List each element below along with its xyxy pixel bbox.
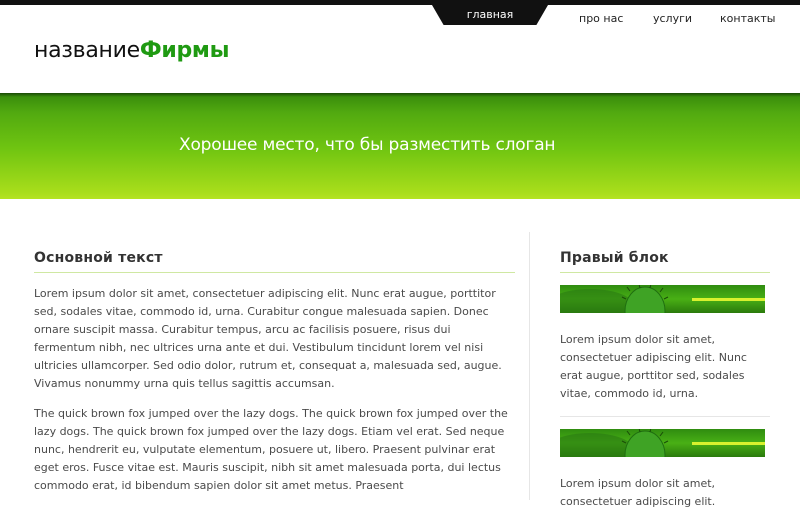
slogan-text: Хорошее место, что бы разместить слоган: [179, 135, 556, 155]
nav-item-contacts[interactable]: контакты: [720, 12, 775, 25]
nav-item-home[interactable]: главная: [432, 5, 548, 25]
logo-text-part2: Фирмы: [139, 38, 230, 63]
right-sidebar: Правый блок Lorem ipsum dolor sit amet, …: [560, 250, 770, 511]
accent-stripe: [692, 442, 765, 445]
slogan-banner: Хорошее место, что бы разместить слоган: [0, 93, 800, 199]
nav-item-about[interactable]: про нас: [579, 12, 623, 25]
main-title: Основной текст: [34, 250, 515, 273]
logo-text-part1: название: [34, 38, 140, 63]
cactus-image: [560, 429, 765, 457]
header: главная про нас услуги контакты название…: [0, 5, 800, 93]
main-paragraph: The quick brown fox jumped over the lazy…: [34, 407, 508, 492]
sidebar-separator: [560, 416, 770, 417]
cactus-image: [560, 285, 765, 313]
column-divider: [529, 232, 530, 500]
sidebar-block-text: Lorem ipsum dolor sit amet, consectetuer…: [560, 477, 716, 508]
sidebar-block-text: Lorem ipsum dolor sit amet, consectetuer…: [560, 333, 747, 400]
sidebar-title: Правый блок: [560, 250, 770, 273]
site-logo[interactable]: названиеФирмы: [34, 38, 229, 63]
accent-stripe: [692, 298, 765, 301]
main-content: Основной текст Lorem ipsum dolor sit ame…: [34, 250, 515, 495]
nav-item-services[interactable]: услуги: [653, 12, 692, 25]
main-paragraph: Lorem ipsum dolor sit amet, consectetuer…: [34, 287, 502, 390]
